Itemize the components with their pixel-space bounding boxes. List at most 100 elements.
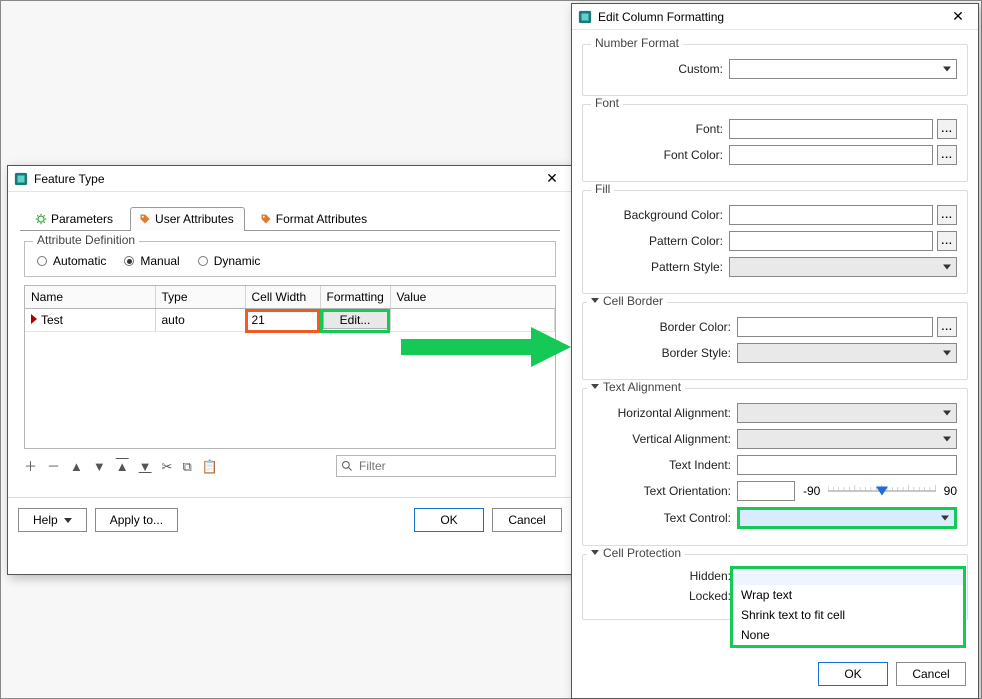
ecf-title: Edit Column Formatting — [598, 10, 724, 24]
section-cell-border: Cell Border Border Color: ... Border Sty… — [582, 302, 968, 380]
horizontal-alignment-label: Horizontal Alignment: — [601, 406, 731, 420]
text-orientation-input[interactable] — [737, 481, 795, 501]
locked-label: Locked: — [601, 589, 731, 603]
ecf-bottom-bar: OK Cancel — [572, 654, 978, 698]
border-color-label: Border Color: — [601, 320, 731, 334]
move-bottom-button[interactable]: ▼ — [139, 460, 152, 473]
section-cell-protection-title-text: Cell Protection — [603, 546, 681, 560]
horizontal-alignment-combo[interactable] — [737, 403, 957, 423]
remove-button[interactable]: － — [47, 460, 60, 473]
radio-automatic[interactable]: Automatic — [37, 254, 106, 268]
vertical-alignment-combo[interactable] — [737, 429, 957, 449]
col-cell-width[interactable]: Cell Width — [245, 286, 320, 309]
ok-button[interactable]: OK — [414, 508, 484, 532]
tab-format-attributes[interactable]: Format Attributes — [251, 207, 378, 231]
text-control-combo[interactable] — [737, 507, 957, 529]
section-cell-border-title[interactable]: Cell Border — [587, 294, 667, 308]
app-icon — [14, 172, 28, 186]
ecf-titlebar: Edit Column Formatting ✕ — [572, 4, 978, 30]
tab-user-attributes[interactable]: User Attributes — [130, 207, 245, 231]
add-button[interactable]: ＋ — [24, 460, 37, 473]
section-font-title: Font — [591, 96, 623, 110]
cut-button[interactable]: ✂ — [162, 460, 173, 473]
border-color-input[interactable] — [737, 317, 933, 337]
text-orientation-slider[interactable] — [828, 481, 935, 501]
text-control-dropdown[interactable]: Wrap text Shrink text to fit cell None — [730, 566, 966, 648]
section-text-alignment-title[interactable]: Text Alignment — [587, 380, 685, 394]
cell-cell-width[interactable]: 21 — [245, 309, 320, 332]
tab-parameters[interactable]: Parameters — [26, 207, 124, 231]
cell-type[interactable]: auto — [155, 309, 245, 332]
gear-icon — [35, 213, 47, 225]
move-up-button[interactable]: ▲ — [70, 460, 83, 473]
ecf-cancel-button[interactable]: Cancel — [896, 662, 966, 686]
section-cell-protection-title[interactable]: Cell Protection — [587, 546, 685, 560]
text-control-label: Text Control: — [601, 511, 731, 525]
slider-handle[interactable] — [876, 487, 888, 496]
apply-to-button[interactable]: Apply to... — [95, 508, 178, 532]
ecf-body: Number Format Custom: Font Font: ... Fon… — [572, 30, 978, 636]
attribute-table[interactable]: Name Type Cell Width Formatting Value Te… — [24, 285, 556, 449]
radio-dynamic-label: Dynamic — [214, 254, 261, 268]
copy-button[interactable]: ⧉ — [182, 460, 191, 473]
attribute-definition-group: Attribute Definition Automatic Manual Dy… — [24, 241, 556, 277]
dropdown-item-none[interactable]: None — [733, 625, 963, 645]
col-name[interactable]: Name — [25, 286, 155, 309]
col-formatting[interactable]: Formatting — [320, 286, 390, 309]
dropdown-item-shrink[interactable]: Shrink text to fit cell — [733, 605, 963, 625]
ecf-ok-button[interactable]: OK — [818, 662, 888, 686]
pattern-color-input[interactable] — [729, 231, 933, 251]
section-text-alignment-title-text: Text Alignment — [603, 380, 681, 394]
section-text-alignment: Text Alignment Horizontal Alignment: Ver… — [582, 388, 968, 546]
feature-type-bottom-bar: Help Apply to... OK Cancel — [8, 497, 572, 544]
filter-input[interactable] — [357, 458, 551, 474]
section-number-format-title: Number Format — [591, 36, 683, 50]
app-icon — [578, 10, 592, 24]
font-picker-button[interactable]: ... — [937, 119, 957, 139]
section-fill-title: Fill — [591, 182, 614, 196]
tab-user-attributes-label: User Attributes — [155, 212, 234, 226]
font-label: Font: — [593, 122, 723, 136]
search-icon — [341, 460, 353, 472]
cell-name[interactable]: Test — [41, 313, 63, 327]
dropdown-item-wrap-text[interactable]: Wrap text — [733, 585, 963, 605]
text-indent-input[interactable] — [737, 455, 957, 475]
col-value[interactable]: Value — [390, 286, 555, 309]
pattern-style-combo[interactable] — [729, 257, 957, 277]
font-color-input[interactable] — [729, 145, 933, 165]
attribute-definition-legend: Attribute Definition — [33, 233, 139, 247]
orientation-min: -90 — [803, 484, 820, 498]
close-icon[interactable]: ✕ — [538, 170, 566, 187]
move-top-button[interactable]: ▲ — [116, 460, 129, 473]
radio-dynamic[interactable]: Dynamic — [198, 254, 261, 268]
border-style-combo[interactable] — [737, 343, 957, 363]
radio-manual[interactable]: Manual — [124, 254, 179, 268]
font-color-picker-button[interactable]: ... — [937, 145, 957, 165]
table-header-row: Name Type Cell Width Formatting Value — [25, 286, 555, 309]
section-number-format: Number Format Custom: — [582, 44, 968, 96]
paste-button[interactable]: 📋 — [202, 460, 218, 473]
custom-combo[interactable] — [729, 59, 957, 79]
background-color-input[interactable] — [729, 205, 933, 225]
close-icon[interactable]: ✕ — [944, 8, 972, 25]
cell-formatting-edit-button[interactable]: Edit... — [323, 311, 388, 329]
pattern-color-label: Pattern Color: — [593, 234, 723, 248]
cancel-button[interactable]: Cancel — [492, 508, 562, 532]
col-type[interactable]: Type — [155, 286, 245, 309]
dropdown-highlight[interactable] — [733, 569, 963, 585]
section-font: Font Font: ... Font Color: ... — [582, 104, 968, 182]
border-color-picker-button[interactable]: ... — [937, 317, 957, 337]
help-button-label: Help — [33, 513, 58, 527]
annotation-arrow — [401, 327, 571, 367]
tag-icon — [139, 213, 151, 225]
help-button[interactable]: Help — [18, 508, 87, 532]
move-down-button[interactable]: ▼ — [93, 460, 106, 473]
filter-box[interactable] — [336, 455, 556, 477]
background-color-picker-button[interactable]: ... — [937, 205, 957, 225]
pattern-color-picker-button[interactable]: ... — [937, 231, 957, 251]
font-input[interactable] — [729, 119, 933, 139]
tag-icon — [260, 213, 272, 225]
section-cell-border-title-text: Cell Border — [603, 294, 663, 308]
row-marker-icon — [31, 314, 37, 324]
tabstrip: Parameters User Attributes Format Attrib… — [20, 206, 560, 231]
